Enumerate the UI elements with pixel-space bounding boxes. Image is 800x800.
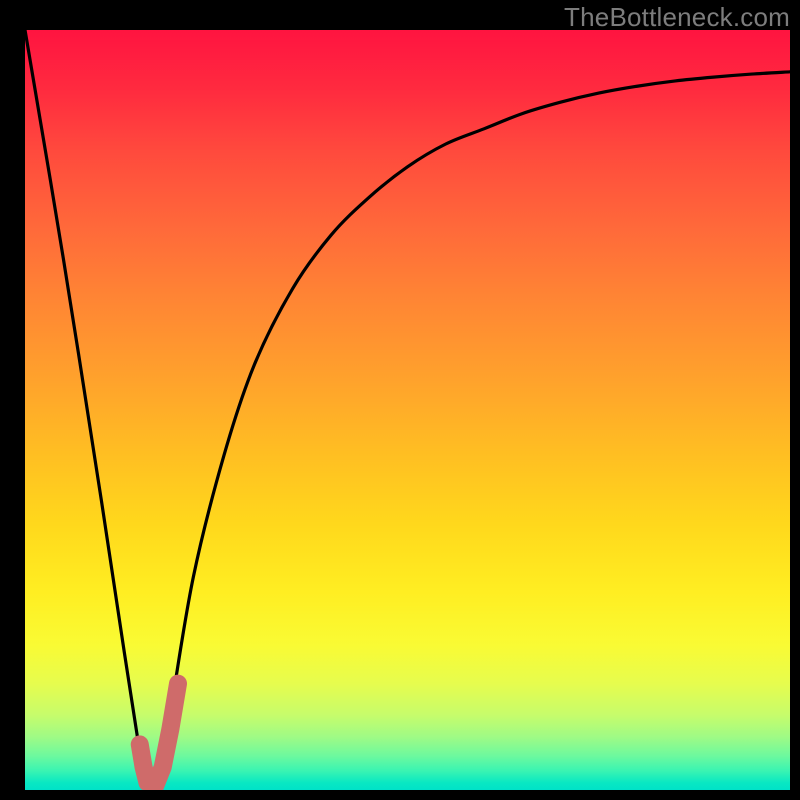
curve-layer xyxy=(25,30,790,790)
watermark-text: TheBottleneck.com xyxy=(564,2,790,33)
bottleneck-curve xyxy=(25,30,790,790)
plot-area xyxy=(25,30,790,790)
highlight-marker xyxy=(140,684,178,787)
chart-frame: TheBottleneck.com xyxy=(0,0,800,800)
